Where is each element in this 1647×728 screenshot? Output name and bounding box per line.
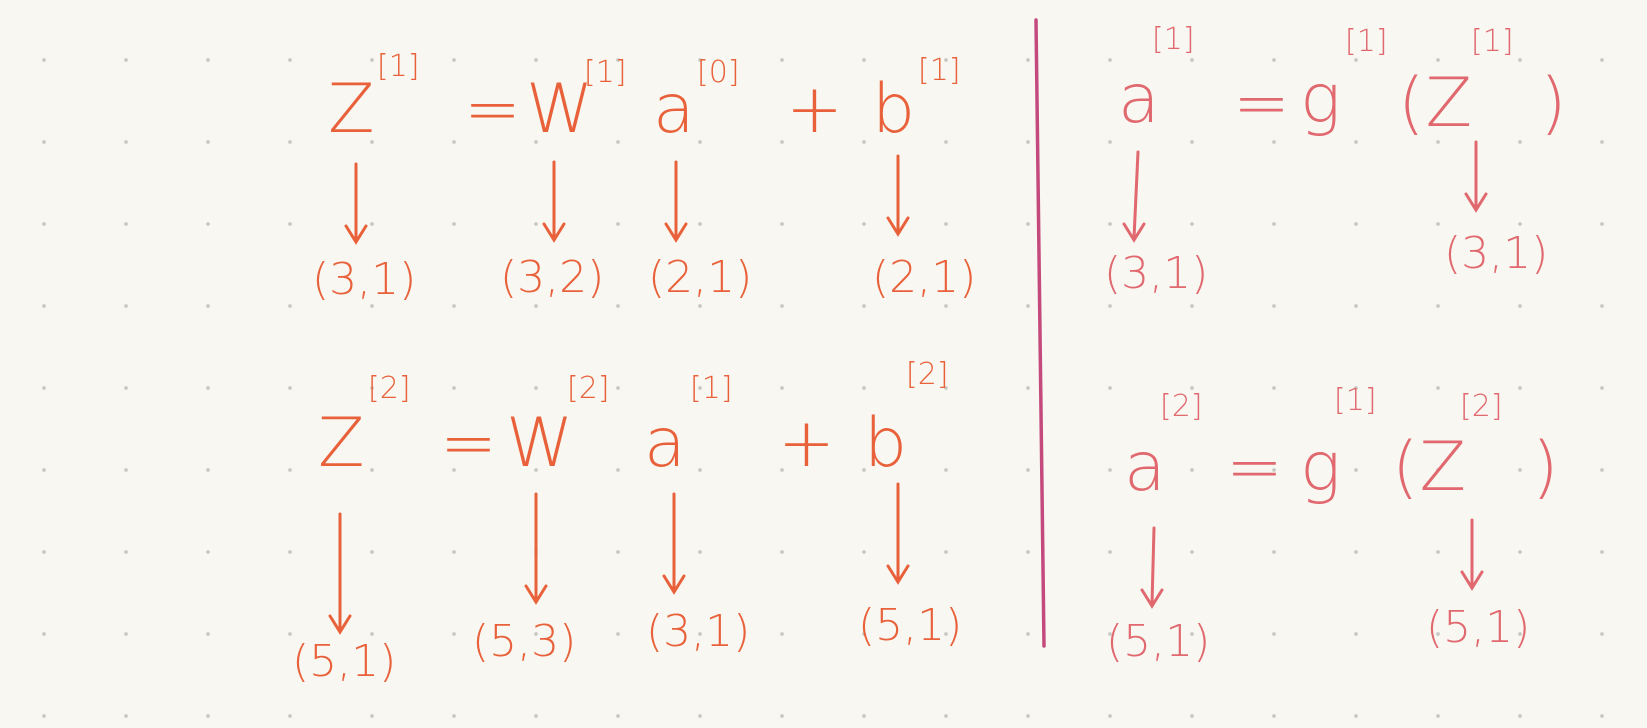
w2-dimension: (5,3) — [472, 616, 577, 667]
g1-superscript: [1] — [1345, 24, 1388, 59]
z1-dimension: (3,1) — [312, 254, 417, 305]
note-canvas: Z [1] = W [1] a [0] + b [1] (3,1) (3,2) … — [0, 0, 1647, 728]
down-arrow-icon — [1122, 150, 1146, 243]
w2-symbol: W — [506, 404, 575, 483]
a1-superscript: [1] — [1152, 22, 1195, 57]
plus-sign: + — [786, 70, 844, 149]
a0-symbol: a — [653, 70, 696, 149]
w1-superscript: [1] — [584, 55, 627, 90]
activation-equals-sign: = — [1233, 64, 1291, 143]
z1-argument: (Z — [1398, 64, 1474, 143]
b1-dimension: (2,1) — [872, 252, 977, 303]
equals-sign: = — [440, 404, 498, 483]
close-paren: ) — [1540, 64, 1568, 143]
down-arrow-icon — [1460, 518, 1484, 591]
a1-dimension: (3,1) — [646, 606, 751, 657]
down-arrow-icon — [524, 492, 548, 605]
w1-dimension: (3,2) — [500, 252, 605, 303]
z2-argument-dimension: (5,1) — [1426, 602, 1531, 653]
z1-argument-dimension: (3,1) — [1444, 228, 1549, 279]
w2-superscript: [2] — [567, 371, 610, 406]
z1-superscript: [1] — [377, 49, 420, 84]
vertical-divider — [1034, 18, 1046, 648]
down-arrow-icon — [344, 162, 368, 245]
a2-symbol: a — [1124, 428, 1167, 507]
z2-dimension: (5,1) — [292, 636, 397, 687]
z1-argument-superscript: [1] — [1471, 24, 1514, 59]
a0-superscript: [0] — [697, 55, 740, 90]
b2-superscript: [2] — [906, 357, 949, 392]
b1-superscript: [1] — [918, 53, 961, 88]
z2-argument: (Z — [1392, 428, 1468, 507]
a1-dimension: (3,1) — [1104, 248, 1209, 299]
b2-symbol: b — [864, 404, 909, 483]
z2-superscript: [2] — [368, 371, 411, 406]
down-arrow-icon — [662, 492, 686, 595]
down-arrow-icon — [886, 482, 910, 585]
down-arrow-icon — [542, 160, 566, 243]
activation-equals-sign: = — [1226, 428, 1284, 507]
g1-superscript: [1] — [1334, 383, 1377, 418]
down-arrow-icon — [886, 154, 910, 237]
z1-symbol: Z — [328, 70, 376, 149]
g1-symbol: g — [1300, 428, 1342, 507]
a1-symbol: a — [1118, 60, 1161, 139]
down-arrow-icon — [1140, 526, 1164, 609]
z2-symbol: Z — [318, 404, 366, 483]
equals-sign: = — [464, 70, 522, 149]
b1-symbol: b — [872, 70, 917, 149]
g1-symbol: g — [1300, 60, 1342, 139]
a2-dimension: (5,1) — [1106, 616, 1211, 667]
down-arrow-icon — [1464, 140, 1488, 213]
z2-argument-superscript: [2] — [1460, 389, 1503, 424]
plus-sign: + — [778, 404, 836, 483]
down-arrow-icon — [328, 512, 352, 635]
a2-superscript: [2] — [1160, 389, 1203, 424]
down-arrow-icon — [664, 160, 688, 243]
b2-dimension: (5,1) — [858, 600, 963, 651]
a1-superscript: [1] — [690, 371, 733, 406]
close-paren: ) — [1532, 428, 1560, 507]
a1-symbol: a — [644, 404, 687, 483]
a0-dimension: (2,1) — [648, 252, 753, 303]
